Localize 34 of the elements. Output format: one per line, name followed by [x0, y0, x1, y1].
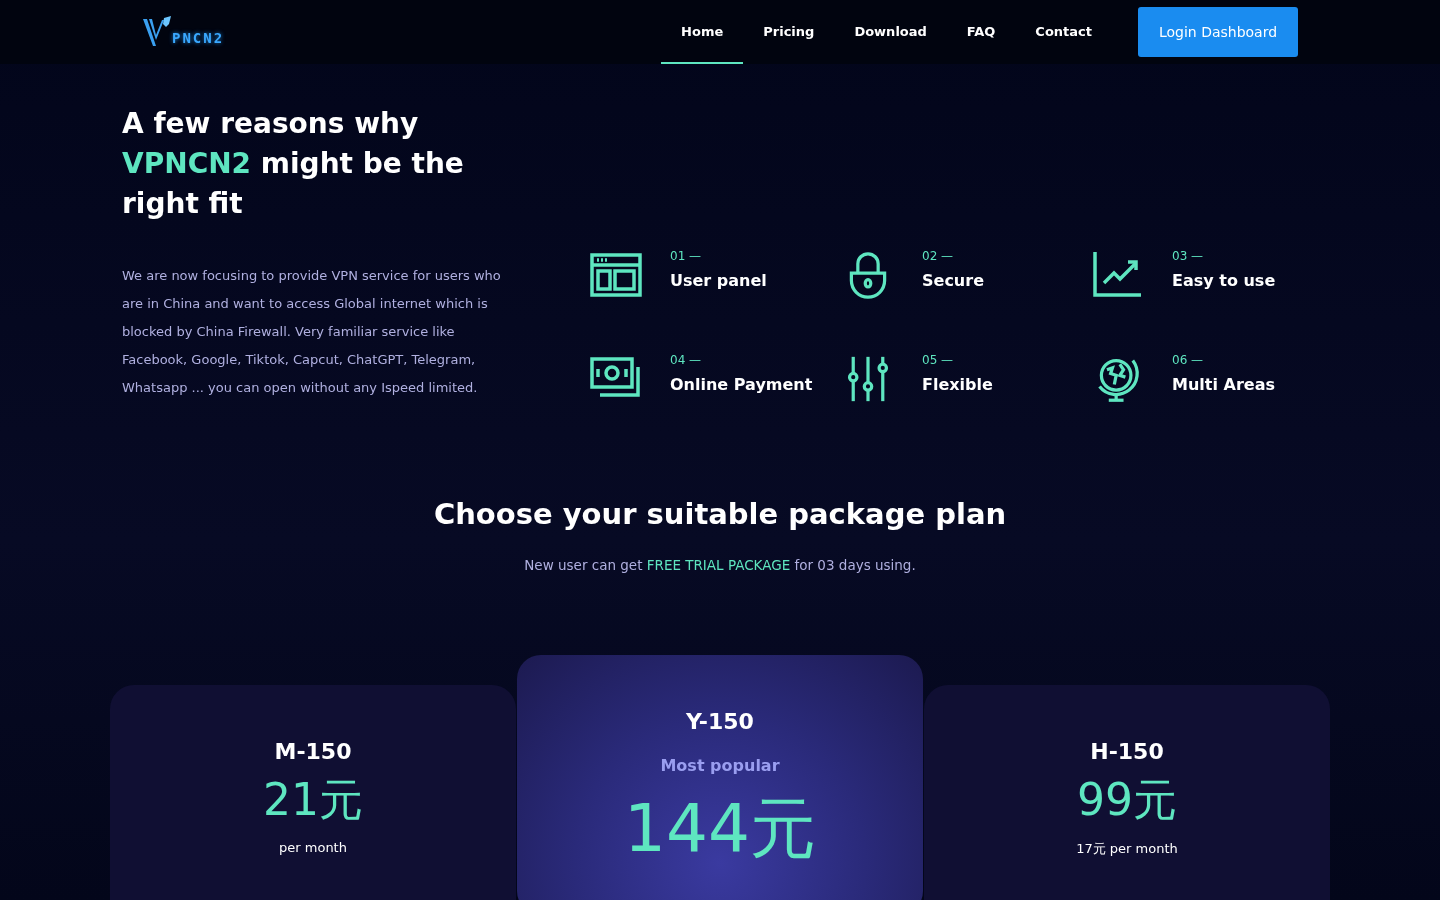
plan-name: H-150 [1090, 739, 1164, 764]
feature-number: 05 — [922, 353, 955, 367]
plan-price: 144元 [624, 789, 816, 869]
plan-price: 99元 [1077, 773, 1177, 827]
plan-tag: Most popular [660, 756, 780, 775]
section-heading: Choose your suitable package plan [432, 497, 1008, 531]
feature-number: 06 — [1172, 353, 1205, 367]
plan-note: per month [279, 840, 347, 855]
feature-number: 01 — [670, 249, 703, 263]
feature-title: User panel [670, 271, 767, 290]
feature-title: Easy to use [1172, 271, 1276, 290]
plan-name: M-150 [274, 739, 352, 764]
intro-paragraph: We are now focusing to provide VPN service for users who are in China and want to access Global internet which is blocked by China Firewall. Very familiar service like Facebook, Google, Tiktok, Capcut, ChatGPT, Telegram, Whatsapp ... you can open without any Ispeed limited. [122, 267, 502, 397]
feature-number: 02 — [922, 249, 955, 263]
nav-link[interactable]: Contact [1015, 0, 1112, 64]
feature-title: Multi Areas [1172, 375, 1275, 394]
v-logo-icon [142, 16, 172, 48]
section-subtitle: New user can get FREE TRIAL PACKAGE for 03 days using. [523, 557, 917, 573]
plan-name: Y-150 [686, 709, 754, 734]
nav-link[interactable]: Pricing [743, 0, 835, 64]
window-layout-icon [590, 251, 642, 299]
feature-number: 03 — [1172, 249, 1205, 263]
nav-link[interactable]: Home [661, 0, 744, 64]
feature-number: 04 — [670, 353, 703, 367]
feature-title: Online Payment [670, 375, 813, 394]
feature-title: Flexible [922, 375, 993, 394]
plan-note: 17元 per month [1076, 840, 1178, 858]
nav-link[interactable]: Download [834, 0, 947, 64]
section-heading: A few reasons why VPNCN2 might be the right fit [122, 106, 465, 222]
logo[interactable]: PNCN2 [142, 16, 225, 48]
feature-title: Secure [922, 271, 984, 290]
line-chart-icon [1092, 251, 1144, 299]
plan-price: 21元 [263, 773, 363, 827]
nav-link[interactable]: FAQ [946, 0, 1016, 64]
